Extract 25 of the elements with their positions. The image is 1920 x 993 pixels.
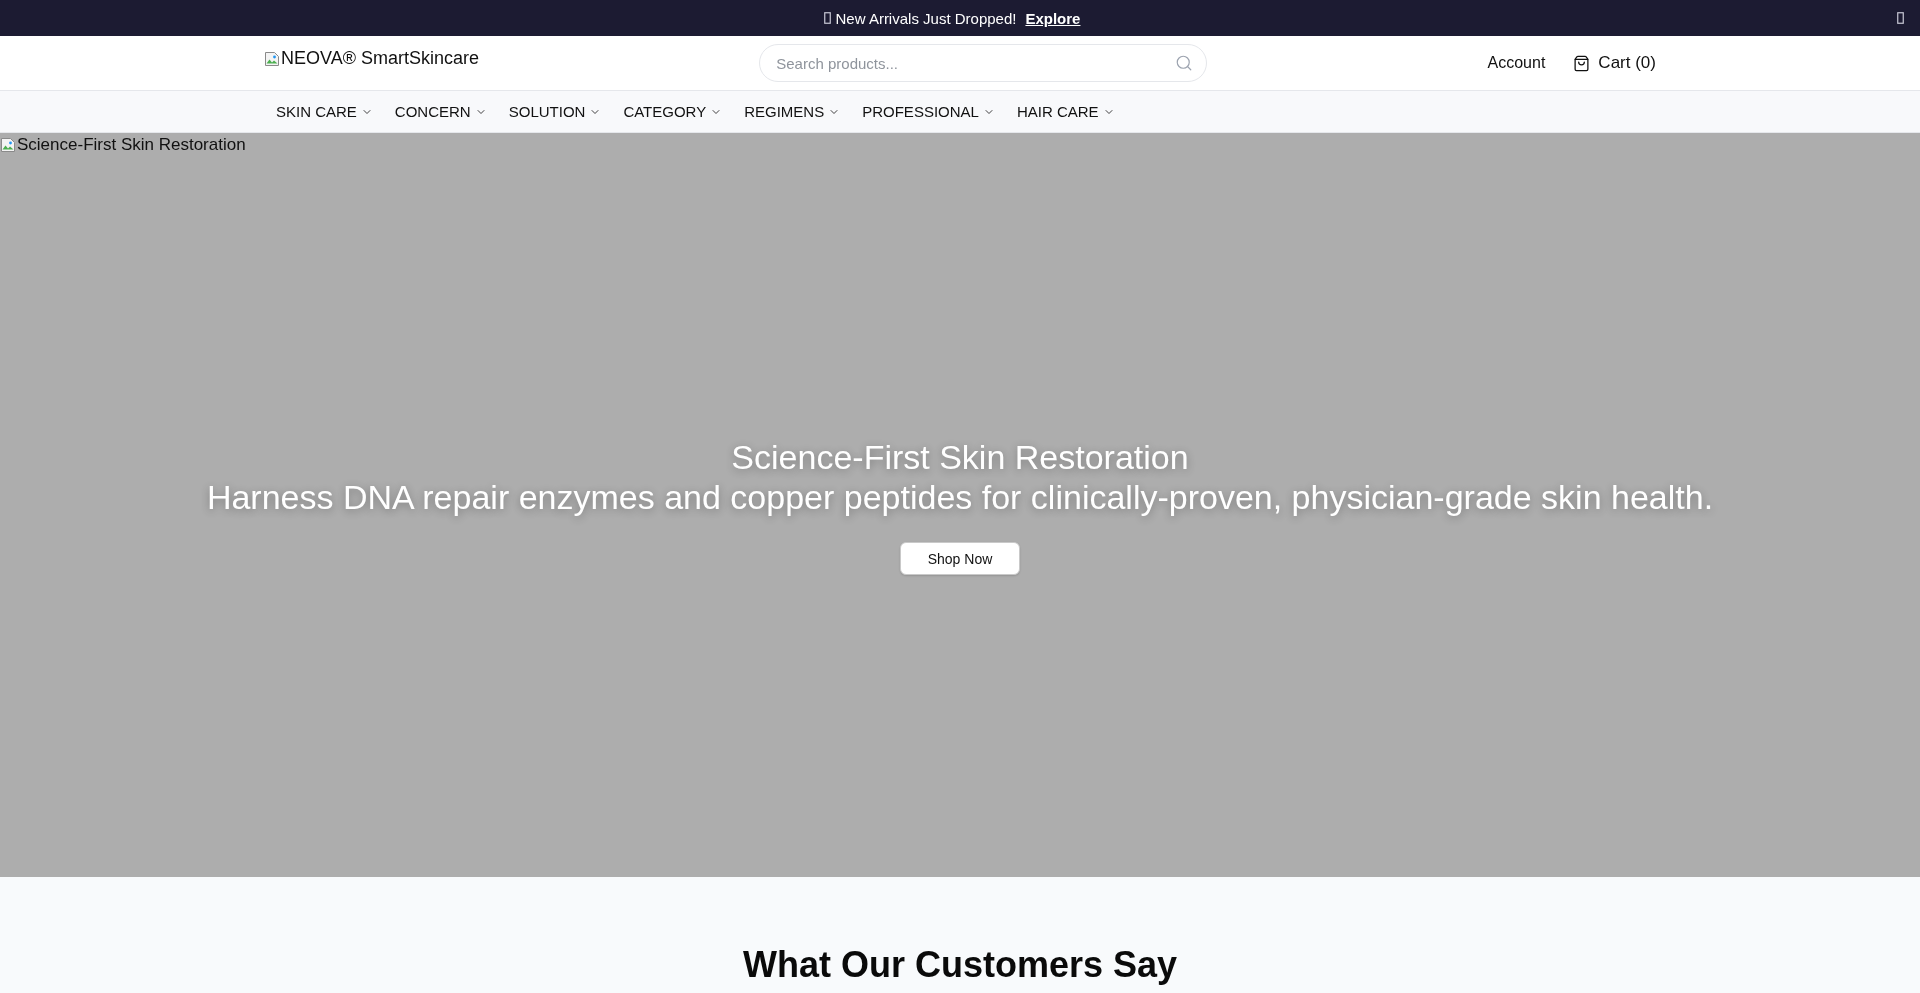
shopping-bag-icon — [1573, 54, 1591, 72]
nav-menu-item[interactable]: PROFESSIONAL — [862, 103, 995, 120]
close-button[interactable] — [1897, 12, 1904, 24]
missing-glyph-icon — [823, 12, 831, 24]
search-icon — [1175, 54, 1194, 72]
image-alt-text: Science-First Skin Restoration — [17, 135, 246, 155]
nav-menu-item[interactable]: SOLUTION — [508, 103, 602, 120]
section-heading: What Our Customers Say — [742, 943, 1178, 987]
logo-link[interactable]: NEOVA® SmartSkincare — [264, 48, 479, 69]
broken-image-icon — [0, 137, 16, 153]
hero-subtitle: Harness DNA repair enzymes and copper peptides for clinically-proven, physician-grade skin health. — [206, 477, 1714, 517]
nav-menu-item[interactable]: CATEGORY — [623, 103, 723, 120]
nav-menu-item[interactable]: REGIMENS — [744, 103, 841, 120]
hero-title: Science-First Skin Restoration — [731, 437, 1189, 477]
cart-link[interactable]: Cart (0) — [1573, 53, 1656, 73]
search-field[interactable]: Search products... — [759, 44, 1208, 82]
shop-now-button[interactable]: Shop Now — [900, 542, 1020, 575]
missing-glyph-icon — [1897, 12, 1904, 24]
nav-menu-item[interactable]: SKIN CARE — [276, 103, 373, 120]
nav-menu-item[interactable]: HAIR CARE — [1016, 103, 1115, 120]
broken-image-icon — [264, 50, 280, 67]
announcement-text: New Arrivals Just Dropped! — [835, 9, 1017, 27]
explore-link[interactable]: Explore — [1025, 9, 1081, 27]
nav-menu-item[interactable]: CONCERN — [394, 103, 487, 120]
account-link[interactable]: Account — [1487, 54, 1546, 72]
